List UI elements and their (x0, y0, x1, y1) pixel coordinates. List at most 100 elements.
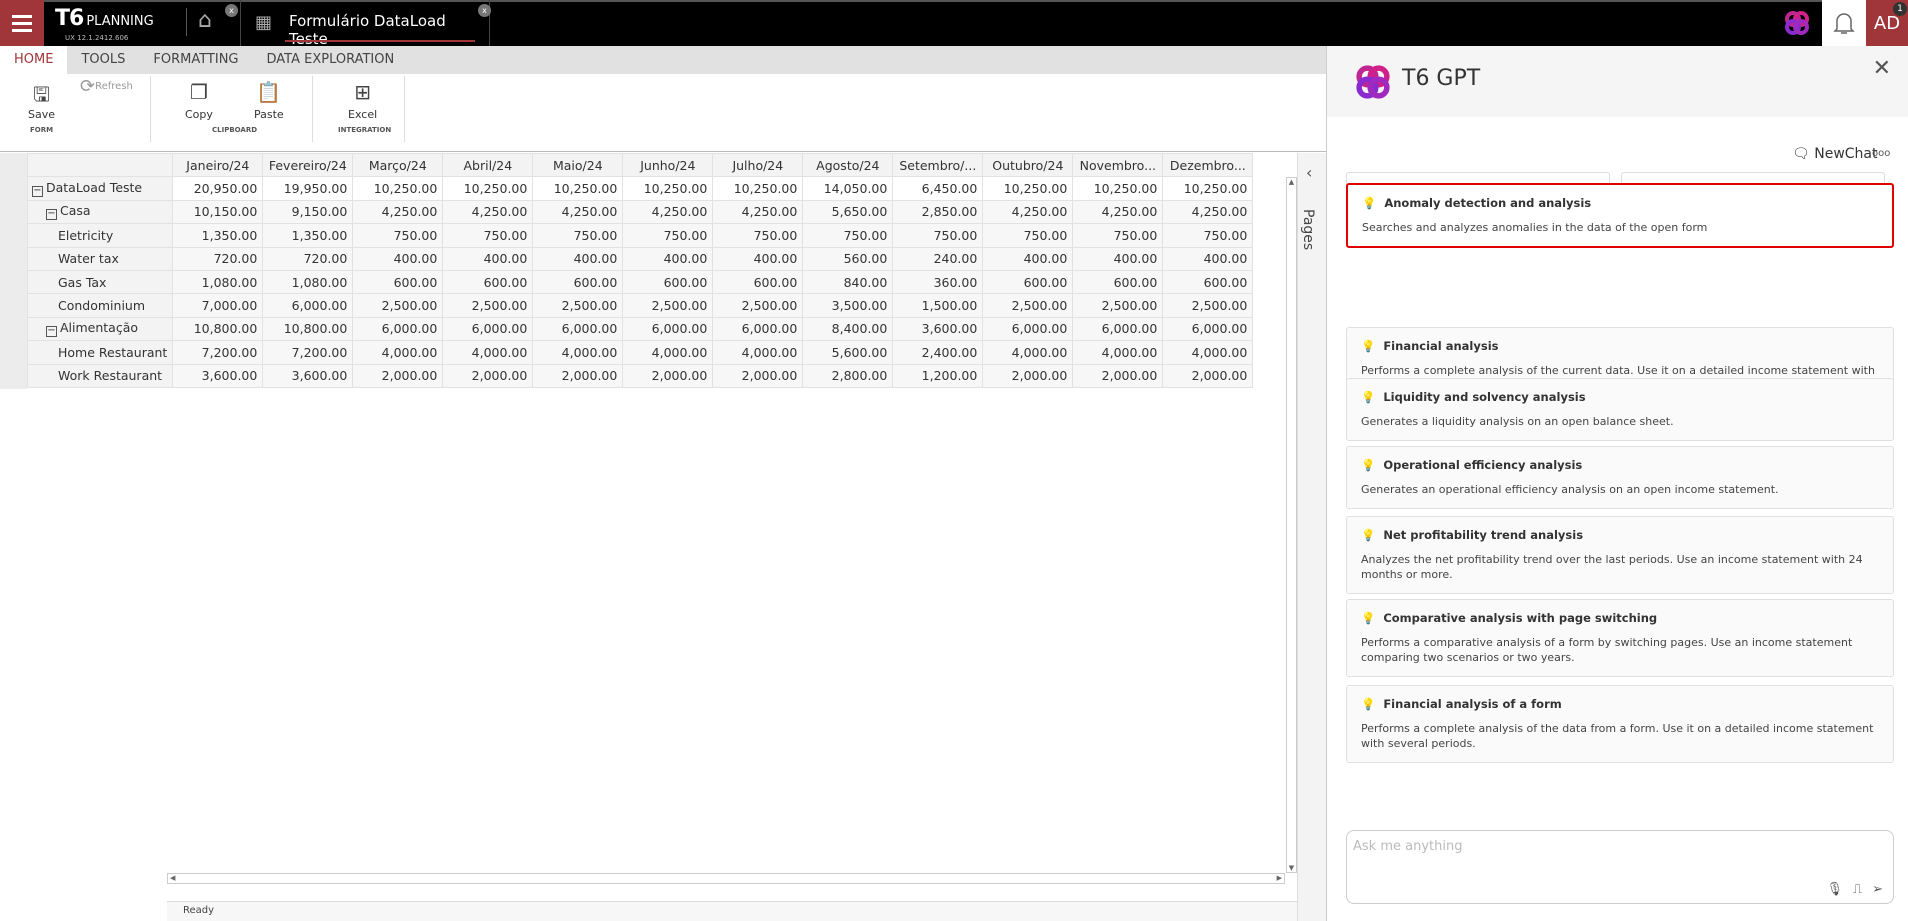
cell[interactable]: 10,250.00 (622, 176, 714, 201)
cell[interactable]: 3,600.00 (172, 363, 264, 388)
cell[interactable]: 2,000.00 (982, 363, 1074, 388)
cell[interactable]: 4,250.00 (1072, 199, 1164, 225)
cell[interactable]: 6,000.00 (1072, 316, 1164, 342)
cell[interactable]: 400.00 (442, 246, 534, 271)
cell[interactable]: 2,000.00 (712, 363, 804, 388)
column-header[interactable]: Outubro/24 (982, 152, 1074, 178)
cell[interactable]: 4,000.00 (532, 340, 624, 365)
cell[interactable]: 1,350.00 (172, 223, 264, 248)
collapse-icon[interactable]: − (46, 326, 57, 338)
cell[interactable]: 2,500.00 (1072, 293, 1164, 318)
cell[interactable]: 750.00 (892, 223, 984, 248)
hamburger-menu-button[interactable] (0, 0, 44, 46)
paste-button[interactable]: 📋 Paste (254, 80, 284, 121)
close-tab-icon[interactable]: x (478, 4, 491, 17)
send-icon[interactable]: ➢ (1872, 882, 1883, 897)
cell[interactable]: 6,000.00 (352, 316, 444, 342)
cell[interactable]: 750.00 (712, 223, 804, 248)
cell[interactable]: 400.00 (982, 246, 1074, 271)
column-header[interactable]: Novembro... (1072, 152, 1164, 178)
copy-button[interactable]: ❐ Copy (185, 80, 213, 121)
attach-icon[interactable]: ⎍ (1853, 882, 1862, 897)
cell[interactable]: 750.00 (982, 223, 1074, 248)
cell[interactable]: 19,950.00 (262, 176, 354, 201)
cell[interactable]: 600.00 (442, 269, 534, 295)
cell[interactable]: 3,600.00 (892, 316, 984, 342)
prompt-card[interactable]: 💡 Operational efficiency analysis Generate… (1346, 446, 1894, 509)
cell[interactable]: 2,500.00 (1162, 293, 1254, 318)
cell[interactable]: 6,000.00 (442, 316, 534, 342)
cell[interactable]: 1,080.00 (172, 269, 264, 295)
cell[interactable]: 2,000.00 (532, 363, 624, 388)
cell[interactable]: 6,000.00 (1162, 316, 1254, 342)
cell[interactable]: 4,250.00 (622, 199, 714, 225)
column-header[interactable]: Janeiro/24 (172, 152, 264, 178)
cell[interactable]: 600.00 (532, 269, 624, 295)
cell[interactable]: 400.00 (532, 246, 624, 271)
home-icon[interactable]: ⌂ (198, 8, 212, 33)
prompt-card[interactable]: 💡 Comparative analysis with page switchin… (1346, 599, 1894, 677)
cell[interactable]: 6,000.00 (712, 316, 804, 342)
cell[interactable]: 2,500.00 (982, 293, 1074, 318)
tab-tools[interactable]: TOOLS (67, 46, 139, 74)
cell[interactable]: 4,000.00 (982, 340, 1074, 365)
cell[interactable]: 2,500.00 (712, 293, 804, 318)
cell[interactable]: 14,050.00 (802, 176, 894, 201)
cell[interactable]: 9,150.00 (262, 199, 354, 225)
column-header[interactable]: Março/24 (352, 152, 444, 178)
cell[interactable]: 750.00 (442, 223, 534, 248)
cell[interactable]: 840.00 (802, 269, 894, 295)
cell[interactable]: 4,250.00 (442, 199, 534, 225)
prompt-card[interactable]: 💡 Liquidity and solvency analysis Generate… (1346, 378, 1894, 441)
cell[interactable]: 2,500.00 (532, 293, 624, 318)
cell[interactable]: 750.00 (1162, 223, 1254, 248)
cell[interactable]: 2,000.00 (1072, 363, 1164, 388)
cell[interactable]: 10,250.00 (352, 176, 444, 201)
refresh-button[interactable]: ⟳ Refresh (80, 76, 133, 97)
cell[interactable]: 5,600.00 (802, 340, 894, 365)
excel-button[interactable]: ⊞ Excel (348, 80, 377, 121)
cell[interactable]: 600.00 (712, 269, 804, 295)
cell[interactable]: 6,000.00 (622, 316, 714, 342)
cell[interactable]: 10,250.00 (982, 176, 1074, 201)
cell[interactable]: 10,800.00 (262, 316, 354, 342)
column-header[interactable]: Setembro/... (892, 152, 984, 178)
cell[interactable]: 360.00 (892, 269, 984, 295)
cell[interactable]: 600.00 (982, 269, 1074, 295)
cell[interactable]: 400.00 (712, 246, 804, 271)
cell[interactable]: 4,000.00 (622, 340, 714, 365)
cell[interactable]: 750.00 (352, 223, 444, 248)
cell[interactable]: 7,000.00 (172, 293, 264, 318)
cell[interactable]: 7,200.00 (172, 340, 264, 365)
cell[interactable]: 7,200.00 (262, 340, 354, 365)
cell[interactable]: 750.00 (532, 223, 624, 248)
cell[interactable]: 2,800.00 (802, 363, 894, 388)
column-header[interactable]: Abril/24 (442, 152, 534, 178)
cell[interactable]: 10,800.00 (172, 316, 264, 342)
cell[interactable]: 4,000.00 (352, 340, 444, 365)
column-header[interactable]: Maio/24 (532, 152, 624, 178)
vertical-scrollbar[interactable]: ▲ ▼ (1286, 177, 1297, 873)
cell[interactable]: 720.00 (262, 246, 354, 271)
cell[interactable]: 10,250.00 (442, 176, 534, 201)
column-header[interactable]: Dezembro... (1162, 152, 1254, 178)
cell[interactable]: 6,000.00 (982, 316, 1074, 342)
pages-sidebar[interactable]: ‹ Pages (1297, 153, 1326, 921)
cell[interactable]: 10,250.00 (1072, 176, 1164, 201)
cell[interactable]: 2,500.00 (622, 293, 714, 318)
collapse-icon[interactable]: − (32, 186, 43, 198)
tab-formulario[interactable]: ▦ Formulário DataLoad Teste (240, 0, 490, 48)
chat-input[interactable] (1353, 839, 1873, 879)
cell[interactable]: 600.00 (352, 269, 444, 295)
column-header[interactable]: Julho/24 (712, 152, 804, 178)
cell[interactable]: 400.00 (352, 246, 444, 271)
new-chat-button[interactable]: 🗨 NewChat (1792, 146, 1878, 162)
cell[interactable]: 10,250.00 (532, 176, 624, 201)
cell[interactable]: 6,000.00 (532, 316, 624, 342)
chevron-left-icon[interactable]: ‹ (1306, 163, 1312, 182)
prompt-card[interactable]: 💡 Financial analysis of a form Performs a … (1346, 685, 1894, 763)
cell[interactable]: 1,350.00 (262, 223, 354, 248)
column-header[interactable]: Fevereiro/24 (262, 152, 354, 178)
cell[interactable]: 600.00 (1162, 269, 1254, 295)
notifications-button[interactable] (1822, 0, 1866, 46)
